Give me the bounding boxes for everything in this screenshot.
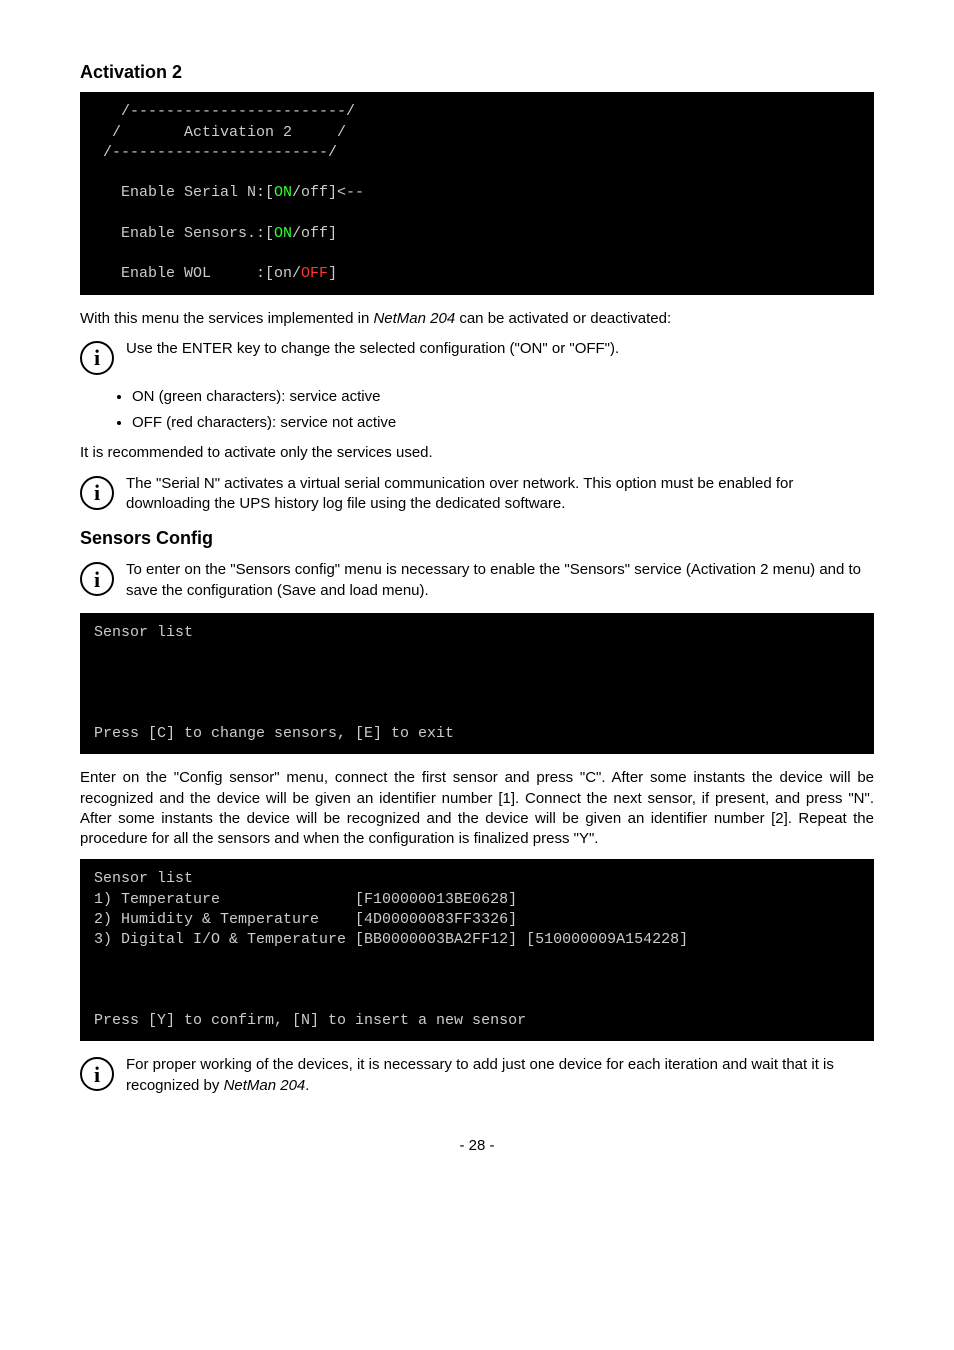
paragraph: With this menu the services implemented … [80, 309, 874, 329]
term-on: ON [274, 184, 292, 201]
heading-sensors-config: Sensors Config [80, 526, 874, 550]
term-line: /off]<-- [292, 184, 364, 201]
info-icon [80, 1057, 114, 1091]
info-text: For proper working of the devices, it is… [126, 1055, 874, 1096]
term-line: Press [C] to change sensors, [E] to exit [94, 725, 454, 742]
term-on: ON [274, 225, 292, 242]
term-line: /------------------------/ [94, 103, 355, 120]
term-line: Sensor list [94, 870, 193, 887]
term-off: OFF [301, 265, 328, 282]
term-line: /------------------------/ [94, 144, 337, 161]
info-block: For proper working of the devices, it is… [80, 1055, 874, 1096]
list-item: OFF (red characters): service not active [132, 413, 874, 433]
term-line: /off] [292, 225, 337, 242]
info-block: Use the ENTER key to change the selected… [80, 339, 874, 375]
terminal-sensor-list-empty: Sensor list Press [C] to change sensors,… [80, 613, 874, 755]
text: . [305, 1077, 309, 1094]
info-icon [80, 341, 114, 375]
info-icon [80, 476, 114, 510]
term-line: / Activation 2 / [94, 124, 346, 141]
info-block: To enter on the "Sensors config" menu is… [80, 560, 874, 601]
page-number: - 28 - [80, 1136, 874, 1156]
heading-activation-2: Activation 2 [80, 60, 874, 84]
term-line: Sensor list [94, 624, 193, 641]
term-line: Enable Sensors.:[ [94, 225, 274, 242]
terminal-sensor-list-populated: Sensor list 1) Temperature [F100000013BE… [80, 859, 874, 1041]
text: can be activated or deactivated: [455, 310, 671, 327]
bullet-list: ON (green characters): service active OF… [132, 387, 874, 434]
info-text: To enter on the "Sensors config" menu is… [126, 560, 874, 601]
term-line: ] [328, 265, 337, 282]
text: With this menu the services implemented … [80, 310, 373, 327]
info-text: The "Serial N" activates a virtual seria… [126, 474, 874, 515]
term-line: 3) Digital I/O & Temperature [BB0000003B… [94, 931, 688, 948]
term-line: Enable WOL :[on/ [94, 265, 301, 282]
list-item: ON (green characters): service active [132, 387, 874, 407]
paragraph: Enter on the "Config sensor" menu, conne… [80, 768, 874, 849]
product-name: NetMan 204 [373, 310, 455, 327]
term-line: 2) Humidity & Temperature [4D00000083FF3… [94, 911, 517, 928]
info-icon [80, 562, 114, 596]
term-line: Press [Y] to confirm, [N] to insert a ne… [94, 1012, 526, 1029]
info-text: Use the ENTER key to change the selected… [126, 339, 874, 359]
product-name: NetMan 204 [224, 1077, 306, 1094]
term-line: 1) Temperature [F100000013BE0628] [94, 891, 517, 908]
terminal-activation-2: /------------------------/ / Activation … [80, 92, 874, 294]
term-line: Enable Serial N:[ [94, 184, 274, 201]
info-block: The "Serial N" activates a virtual seria… [80, 474, 874, 515]
paragraph: It is recommended to activate only the s… [80, 443, 874, 463]
